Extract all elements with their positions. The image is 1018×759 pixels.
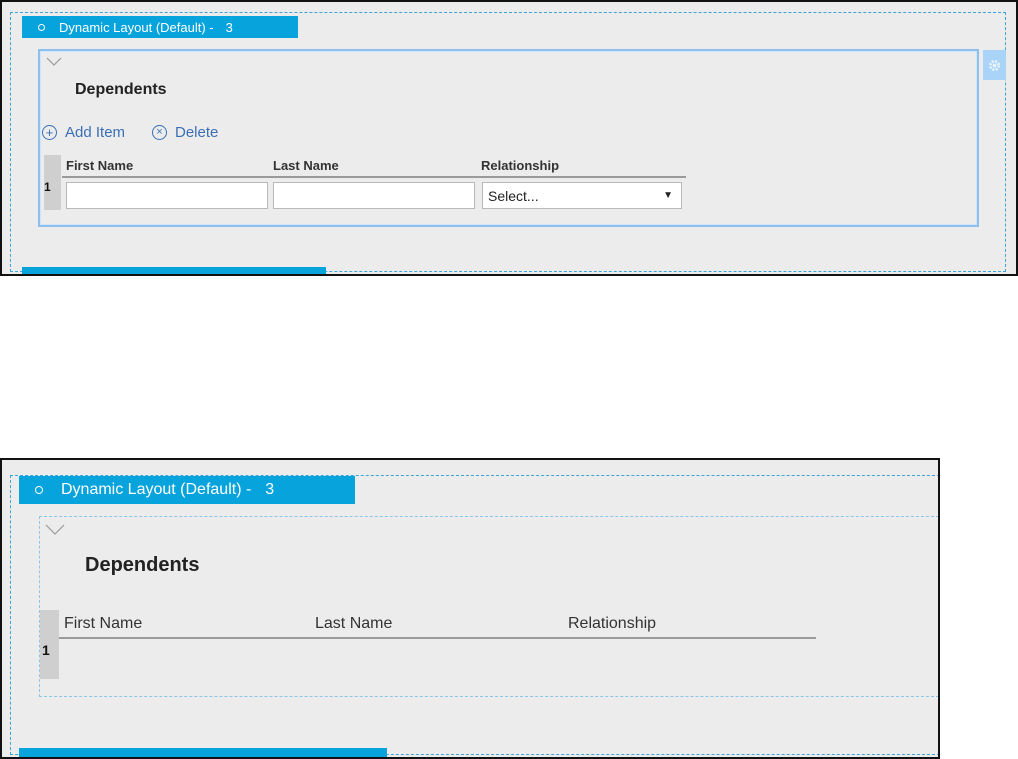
column-header-last-name: Last Name xyxy=(273,158,339,173)
column-header-relationship: Relationship xyxy=(481,158,560,173)
last-name-field[interactable] xyxy=(273,182,475,209)
screenshot-bottom: Dynamic Layout (Default) - 3 Dependents … xyxy=(0,458,940,759)
dynamic-layout-count: 3 xyxy=(225,19,233,35)
circle-bullet-icon xyxy=(35,486,43,494)
relationship-select-value: Select... xyxy=(488,187,539,204)
screenshot-top: Dynamic Layout (Default) - 3 Dependents … xyxy=(0,0,1018,276)
delete-label: Delete xyxy=(175,124,219,141)
dropdown-arrow-icon: ▼ xyxy=(663,190,673,201)
first-name-field[interactable] xyxy=(66,182,268,209)
gear-icon[interactable] xyxy=(983,50,1006,80)
row-number: 1 xyxy=(44,180,51,194)
dynamic-layout-label: Dynamic Layout (Default) - xyxy=(61,481,252,498)
dependents-section[interactable]: Dependents + Add Item × Delete First Nam… xyxy=(38,49,979,227)
chevron-down-icon[interactable] xyxy=(46,57,62,67)
next-dynamic-layout-tab[interactable] xyxy=(22,267,326,274)
dynamic-layout-tab[interactable]: Dynamic Layout (Default) - 3 xyxy=(19,476,355,504)
delete-circle-icon: × xyxy=(152,125,167,140)
relationship-select[interactable]: Select... ▼ xyxy=(482,182,682,209)
column-header-first-name: First Name xyxy=(66,158,134,173)
header-rule xyxy=(62,176,686,178)
dependents-section[interactable]: Dependents First Name Last Name Relation… xyxy=(39,516,938,697)
column-header-last-name: Last Name xyxy=(315,615,393,632)
circle-bullet-icon xyxy=(38,23,45,31)
chevron-down-icon[interactable] xyxy=(45,524,65,535)
dynamic-layout-count: 3 xyxy=(265,481,275,498)
add-circle-icon: + xyxy=(42,125,57,140)
add-item-label: Add Item xyxy=(65,124,126,141)
dynamic-layout-tab[interactable]: Dynamic Layout (Default) - 3 xyxy=(22,16,298,38)
section-title: Dependents xyxy=(75,81,167,98)
dynamic-layout-label: Dynamic Layout (Default) - xyxy=(59,19,214,35)
section-title: Dependents xyxy=(85,554,200,576)
column-header-first-name: First Name xyxy=(64,615,143,632)
row-number: 1 xyxy=(42,642,50,658)
column-header-relationship: Relationship xyxy=(568,615,657,632)
delete-button[interactable]: × Delete xyxy=(152,124,218,141)
header-rule xyxy=(59,637,816,639)
add-item-button[interactable]: + Add Item xyxy=(42,124,125,141)
next-dynamic-layout-tab[interactable] xyxy=(19,748,387,757)
